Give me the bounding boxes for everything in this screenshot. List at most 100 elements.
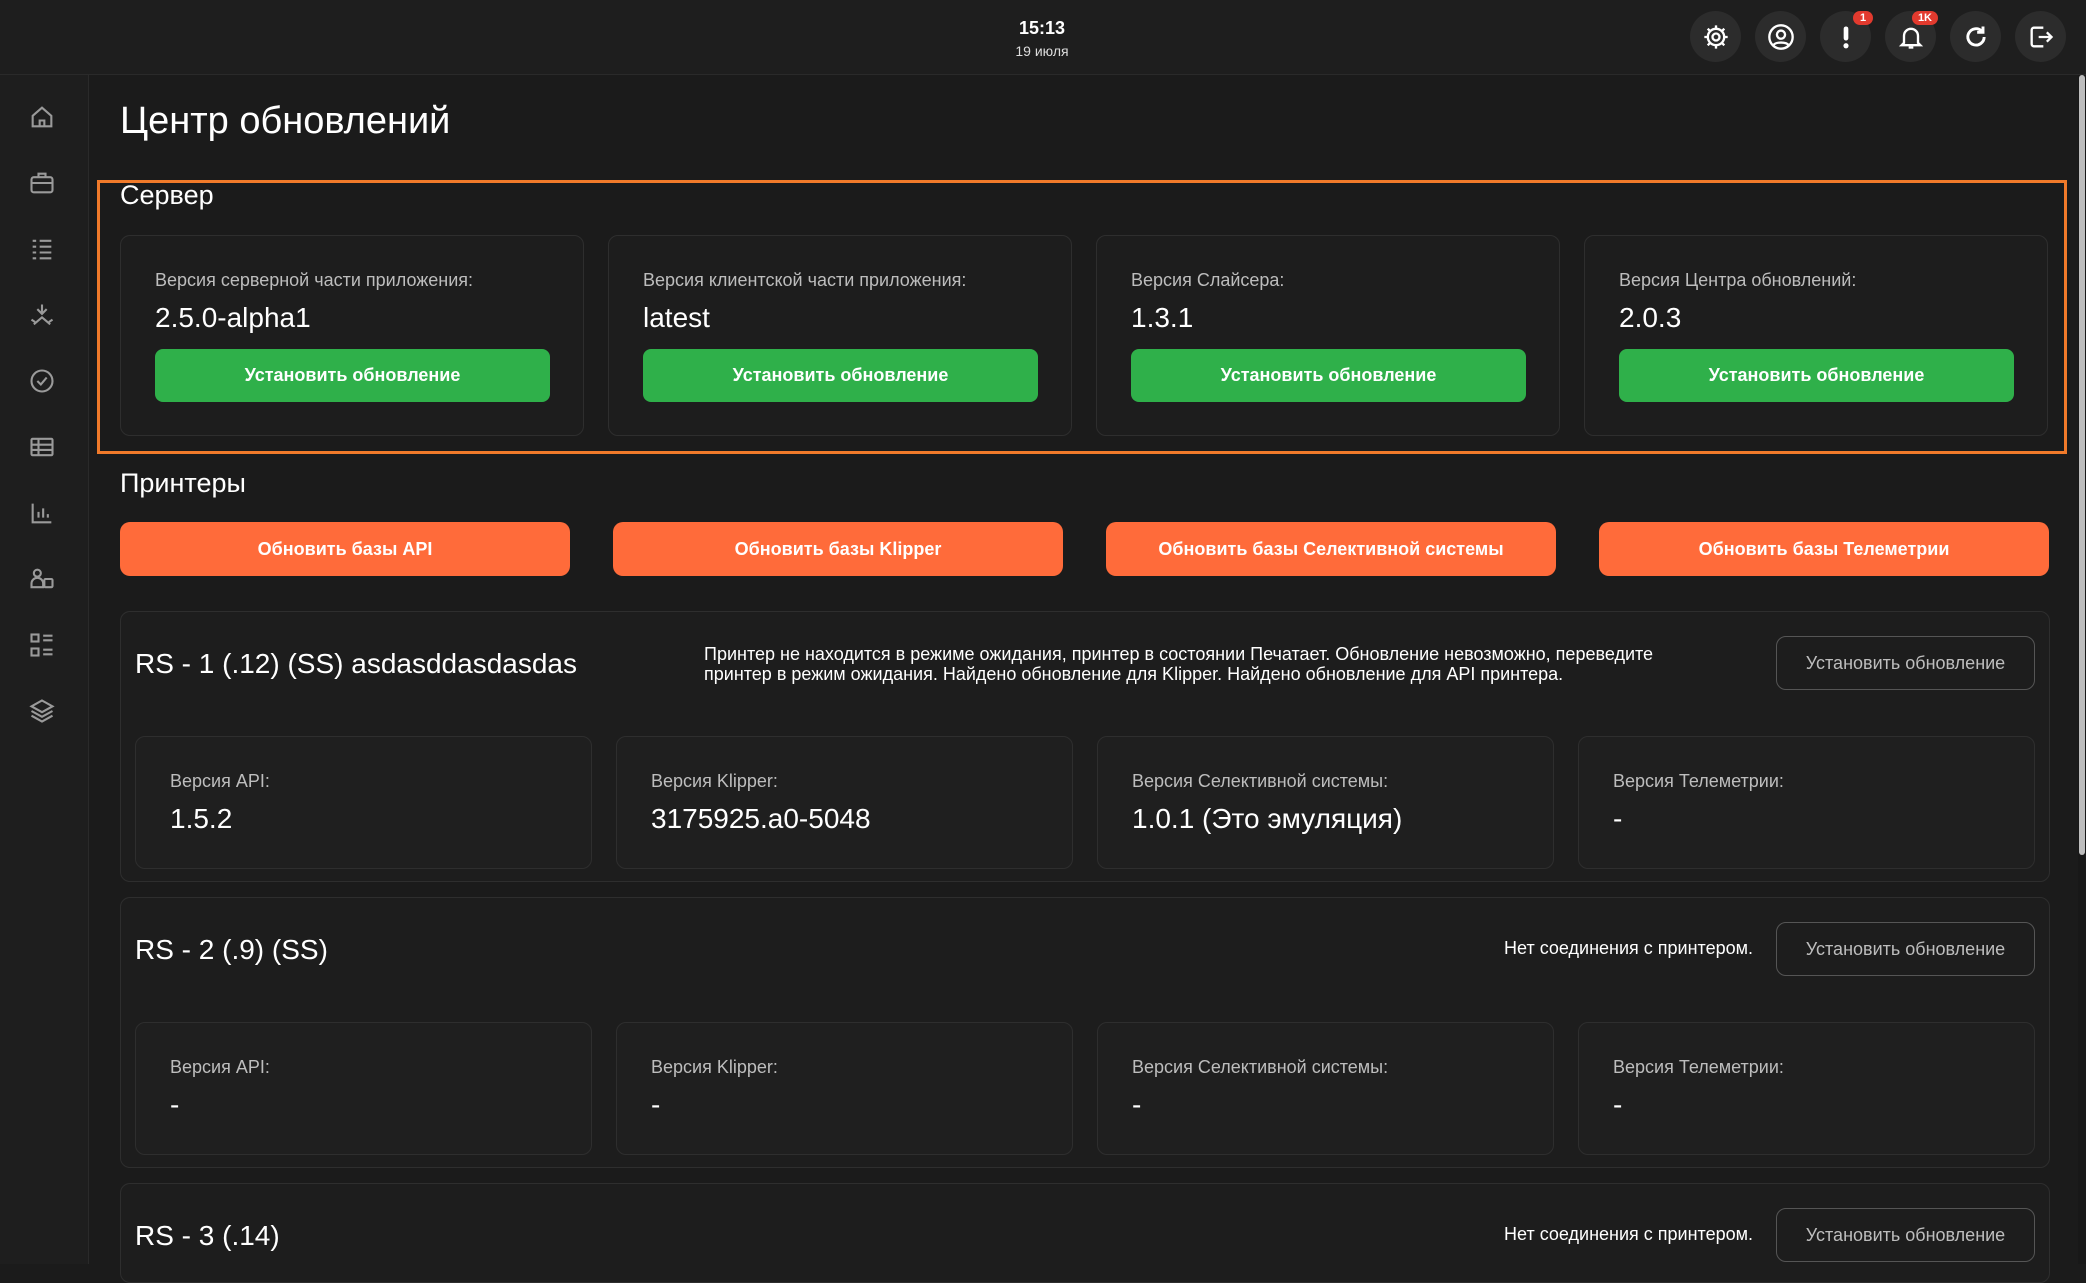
- clock-date: 19 июля: [1015, 43, 1069, 59]
- printer-status: Принтер не находится в режиме ожидания, …: [704, 644, 1653, 684]
- server-card-update-center: Версия Центра обновлений: 2.0.3 Установи…: [1584, 235, 2048, 436]
- card-label: Версия Селективной системы:: [1132, 771, 1389, 791]
- page-title: Центр обновлений: [120, 100, 451, 142]
- card-label: Версия Телеметрии:: [1613, 771, 1784, 791]
- update-telemetry-db-button[interactable]: Обновить базы Телеметрии: [1599, 522, 2049, 576]
- settings-button[interactable]: [1690, 11, 1741, 62]
- card-label: Версия Klipper:: [651, 1057, 778, 1077]
- card-label: Версия клиентской части приложения:: [643, 270, 967, 290]
- alerts-badge: 1: [1853, 11, 1873, 25]
- printer-status: Нет соединения с принтером.: [1504, 938, 1753, 958]
- version-card-api: Версия API: 1.5.2: [135, 736, 592, 869]
- card-label: Версия Телеметрии:: [1613, 1057, 1784, 1077]
- notifications-badge: 1K: [1911, 11, 1938, 25]
- alerts-button[interactable]: 1: [1820, 11, 1873, 62]
- notifications-button[interactable]: 1K: [1885, 11, 1938, 62]
- check-circle-icon: [30, 369, 54, 393]
- update-api-db-button[interactable]: Обновить базы API: [120, 522, 570, 576]
- home-icon: [31, 106, 53, 128]
- version-card-klipper: Версия Klipper: 3175925.a0-5048: [616, 736, 1073, 869]
- sidebar-item-queue[interactable]: [24, 231, 60, 267]
- server-card-slicer: Версия Слайсера: 1.3.1 Установить обновл…: [1096, 235, 1560, 436]
- grid-list-icon: [30, 633, 53, 657]
- printer-card-rs2: RS - 2 (.9) (SS) Нет соединения с принте…: [120, 897, 2050, 1168]
- server-card-backend: Версия серверной части приложения: 2.5.0…: [120, 235, 584, 436]
- printer-status-line: Принтер не находится в режиме ожидания, …: [704, 644, 1654, 664]
- printer-name: RS - 1 (.12) (SS) asdasddasdasdas: [135, 648, 577, 679]
- card-value: latest: [643, 302, 710, 333]
- profile-button[interactable]: [1755, 11, 1806, 62]
- sidebar-item-tables[interactable]: [24, 429, 60, 465]
- install-update-button[interactable]: Установить обновление: [1131, 349, 1526, 402]
- install-update-button[interactable]: Установить обновление: [1776, 1208, 2035, 1262]
- top-actions: 1 1K: [1690, 11, 2066, 62]
- bell-icon: [1898, 27, 1923, 49]
- install-update-button[interactable]: Установить обновление: [643, 349, 1038, 402]
- sidebar-item-statistics[interactable]: [24, 495, 60, 531]
- sidebar: [0, 75, 89, 1264]
- printer-card-rs1: RS - 1 (.12) (SS) asdasddasdasdas Принте…: [120, 611, 2050, 882]
- logout-button[interactable]: [2015, 11, 2066, 62]
- card-value: 2.5.0-alpha1: [155, 302, 311, 333]
- sidebar-item-printers[interactable]: [24, 297, 60, 333]
- server-card-frontend: Версия клиентской части приложения: late…: [608, 235, 1072, 436]
- user-circle-icon: [1767, 23, 1794, 50]
- install-update-button[interactable]: Установить обновление: [1619, 349, 2014, 402]
- refresh-icon: [1965, 26, 1986, 46]
- sidebar-item-jobs[interactable]: [24, 165, 60, 201]
- printer-card-rs3: RS - 3 (.14) Нет соединения с принтером.…: [120, 1183, 2050, 1283]
- briefcase-icon: [30, 172, 54, 194]
- version-card-telemetry: Версия Телеметрии: -: [1578, 1022, 2035, 1155]
- clock-time: 15:13: [1018, 18, 1066, 38]
- card-value: -: [1613, 803, 1623, 834]
- card-value: 3175925.a0-5048: [651, 803, 871, 834]
- version-card-selective: Версия Селективной системы: -: [1097, 1022, 1554, 1155]
- card-label: Версия API:: [170, 1057, 270, 1077]
- logout-icon: [2030, 26, 2053, 47]
- version-card-telemetry: Версия Телеметрии: -: [1578, 736, 2035, 869]
- card-value: 1.5.2: [170, 803, 233, 834]
- sidebar-item-users[interactable]: [24, 561, 60, 597]
- scrollbar-thumb[interactable]: [2079, 75, 2085, 855]
- users-icon: [30, 568, 54, 589]
- version-card-selective: Версия Селективной системы: 1.0.1 (Это э…: [1097, 736, 1554, 869]
- top-bar: 15:13 19 июля 1 1K: [0, 0, 2086, 75]
- layers-icon: [29, 699, 55, 723]
- card-value: 2.0.3: [1619, 302, 1682, 333]
- card-value: -: [651, 1089, 661, 1120]
- printer-status: Нет соединения с принтером.: [1504, 1224, 1753, 1244]
- version-card-klipper: Версия Klipper: -: [616, 1022, 1073, 1155]
- clock: 15:13 19 июля: [980, 18, 1104, 59]
- card-value: -: [1613, 1089, 1623, 1120]
- card-value: 1.0.1 (Это эмуляция): [1132, 803, 1403, 834]
- card-value: -: [1132, 1089, 1142, 1120]
- install-update-button[interactable]: Установить обновление: [1776, 636, 2035, 690]
- exclamation-icon: [1842, 26, 1849, 48]
- printer-name: RS - 2 (.9) (SS): [135, 934, 328, 965]
- card-label: Версия API:: [170, 771, 270, 791]
- printer-status-line: принтер в режим ожидания. Найдено обновл…: [704, 664, 1564, 684]
- card-label: Версия Селективной системы:: [1132, 1057, 1389, 1077]
- version-card-api: Версия API: -: [135, 1022, 592, 1155]
- card-label: Версия Слайсера:: [1131, 270, 1285, 290]
- sidebar-item-checks[interactable]: [24, 363, 60, 399]
- sidebar-item-home[interactable]: [24, 99, 60, 135]
- card-label: Версия серверной части приложения:: [155, 270, 474, 290]
- sidebar-item-dashboard[interactable]: [24, 627, 60, 663]
- bar-chart-icon: [31, 503, 52, 524]
- update-klipper-db-button[interactable]: Обновить базы Klipper: [613, 522, 1063, 576]
- printer-nozzle-icon: [30, 304, 54, 326]
- sidebar-item-updates[interactable]: [24, 693, 60, 729]
- gear-icon: [1703, 24, 1728, 49]
- card-label: Версия Klipper:: [651, 771, 778, 791]
- refresh-button[interactable]: [1950, 11, 2001, 62]
- install-update-button[interactable]: Установить обновление: [1776, 922, 2035, 976]
- install-update-button[interactable]: Установить обновление: [155, 349, 550, 402]
- card-label: Версия Центра обновлений:: [1619, 270, 1857, 290]
- card-value: -: [170, 1089, 180, 1120]
- printer-name: RS - 3 (.14): [135, 1220, 280, 1251]
- printers-section-title: Принтеры: [120, 468, 246, 498]
- list-icon: [32, 239, 52, 260]
- card-value: 1.3.1: [1131, 302, 1194, 333]
- update-selective-db-button[interactable]: Обновить базы Селективной системы: [1106, 522, 1556, 576]
